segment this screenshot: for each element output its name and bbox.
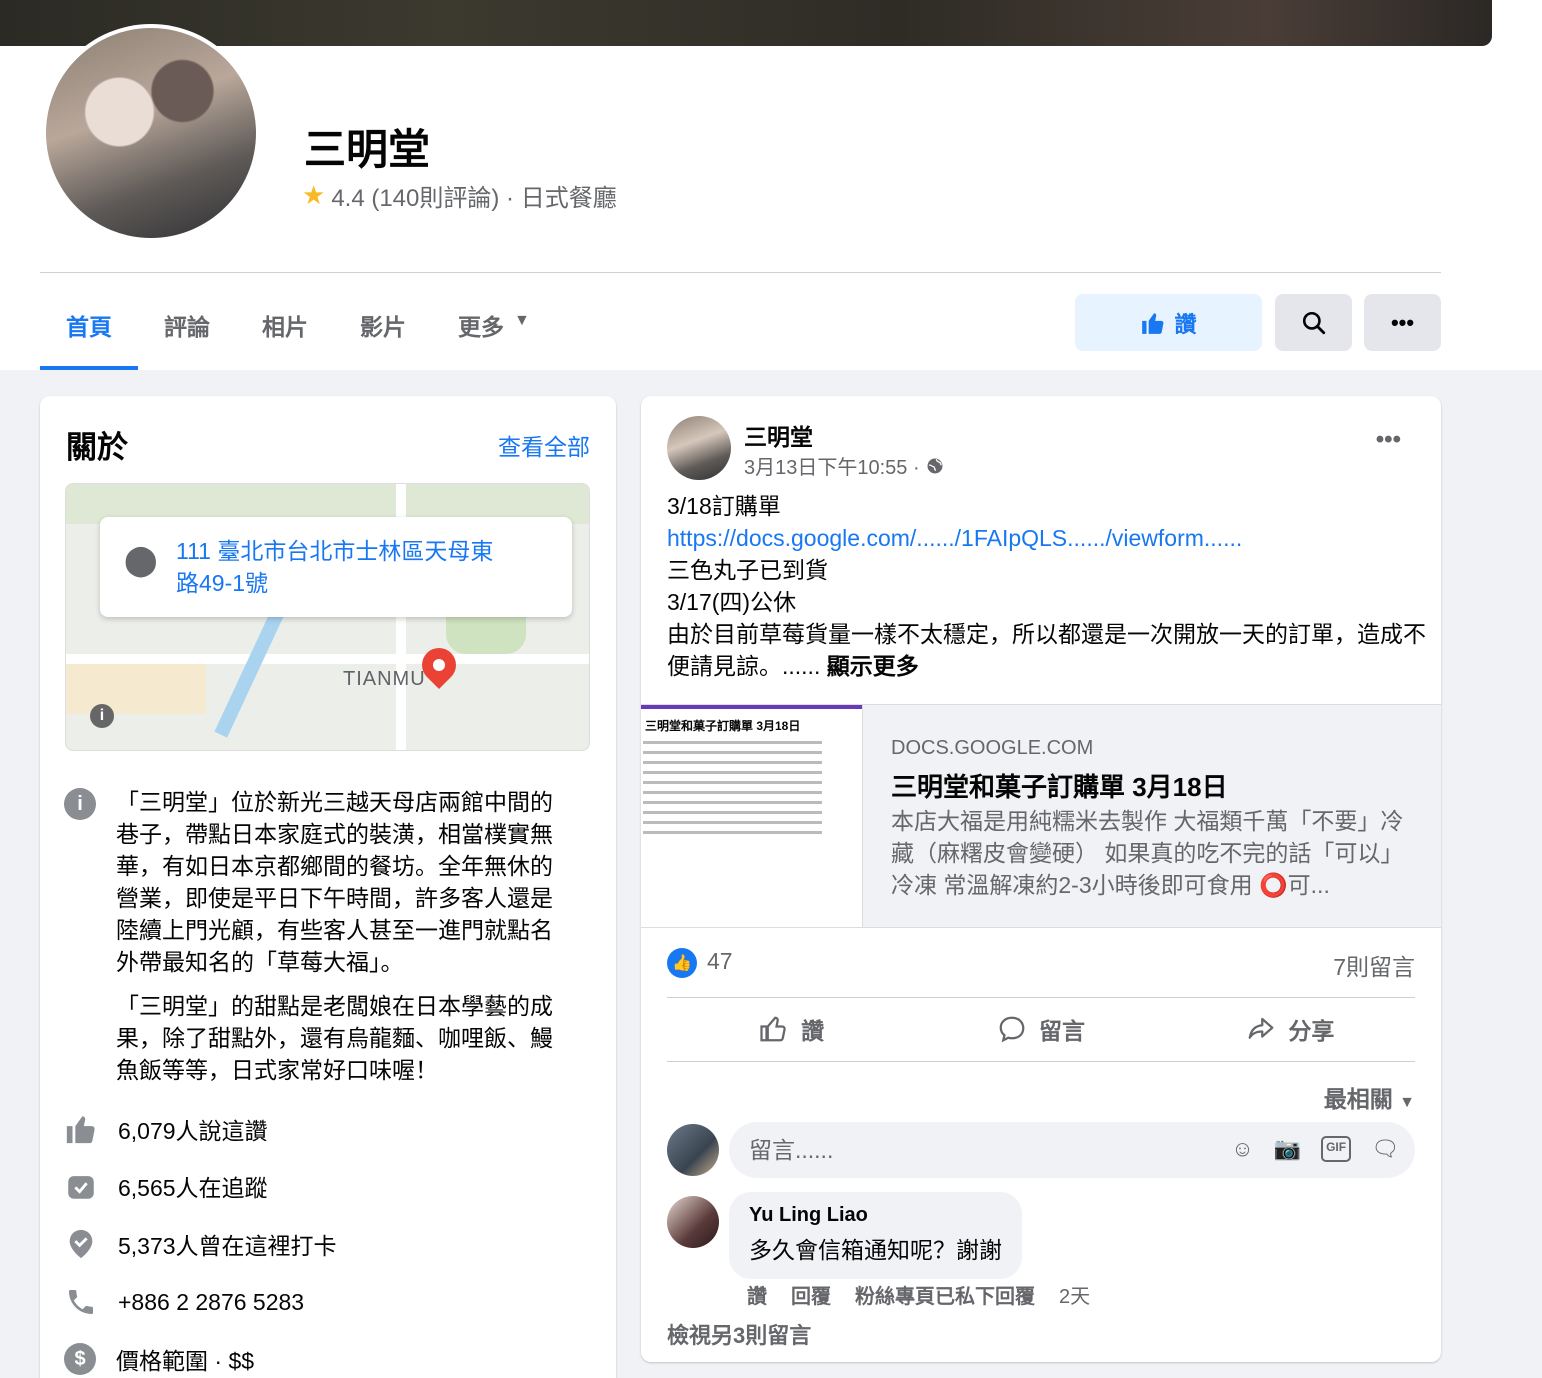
- page-title: 三明堂: [304, 126, 431, 173]
- header-divider: [40, 272, 1441, 273]
- star-icon: ★: [302, 180, 326, 210]
- post-author-name[interactable]: 三明堂: [744, 418, 813, 452]
- link-domain: DOCS.GOOGLE.COM: [891, 737, 1094, 759]
- tab-home[interactable]: 首頁: [40, 296, 138, 370]
- phone-icon: [64, 1285, 98, 1319]
- more-options-button[interactable]: •••: [1364, 294, 1441, 351]
- post-card: 三明堂 3月13日下午10:55 · ••• 3/18訂購單 https://d…: [641, 396, 1441, 1362]
- see-all-link[interactable]: 查看全部: [498, 428, 590, 462]
- page-header: 三明堂 ★ 4.4 (140則評論) · 日式餐廳 首頁 評論 相片 影片 更多…: [0, 0, 1542, 370]
- thumbs-up-icon: [1142, 312, 1164, 334]
- comment-icon: [999, 1016, 1025, 1043]
- comment-box: ☺ 📷 GIF 🗨: [729, 1122, 1415, 1178]
- like-reaction-icon: 👍: [667, 948, 697, 978]
- dollar-icon: $: [64, 1343, 96, 1375]
- share-button[interactable]: 分享: [1166, 998, 1415, 1060]
- thumbs-up-icon: [64, 1112, 98, 1146]
- map-area-label: TIANMU: [343, 668, 426, 690]
- see-more-link[interactable]: 顯示更多: [827, 653, 919, 679]
- page-description: 「三明堂」位於新光三越天母店兩館中間的巷子，帶點日本家庭式的裝潢，相當樸實無華，…: [116, 789, 553, 1083]
- map-info-icon[interactable]: i: [90, 704, 114, 728]
- page-tabs: 首頁 評論 相片 影片 更多 ▼: [40, 296, 556, 370]
- sticker-icon[interactable]: 🗨: [1371, 1136, 1399, 1162]
- thumbs-up-outline-icon: [760, 1016, 786, 1042]
- profile-picture[interactable]: [42, 24, 260, 242]
- post-timestamp[interactable]: 3月13日下午10:55 ·: [744, 451, 944, 480]
- location-pin-icon: ⬤: [124, 544, 158, 577]
- cover-photo[interactable]: [0, 0, 1492, 46]
- follow-check-icon: [64, 1169, 98, 1203]
- gif-icon[interactable]: GIF: [1321, 1136, 1352, 1162]
- post-body: 3/18訂購單 https://docs.google.com/....../1…: [667, 493, 1427, 679]
- about-title: 關於: [66, 430, 128, 465]
- post-actions: 讚 留言 分享: [667, 998, 1415, 1060]
- comment-text: 多久會信箱通知呢？謝謝: [749, 1237, 1002, 1263]
- share-icon: [1248, 1017, 1274, 1039]
- search-button[interactable]: [1275, 294, 1352, 351]
- address-card[interactable]: ⬤ 111 臺北市台北市士林區天母東路49-1號: [100, 517, 572, 617]
- address-text[interactable]: 111 臺北市台北市士林區天母東路49-1號: [176, 535, 506, 599]
- comment-bubble: Yu Ling Liao 多久會信箱通知呢？謝謝: [729, 1192, 1022, 1279]
- page-replied-note: 粉絲專頁已私下回覆: [855, 1286, 1035, 1308]
- comment-count[interactable]: 7則留言: [1333, 948, 1415, 982]
- caret-down-icon: ▼: [1399, 1094, 1415, 1111]
- link-title[interactable]: 三明堂和菓子訂購單 3月18日: [891, 767, 1228, 804]
- about-card: 關於 查看全部 ⬤ 111 臺北市台北市士林區天母東路49-1號 TIANMU …: [40, 396, 616, 1378]
- tab-more[interactable]: 更多 ▼: [432, 296, 556, 370]
- tab-videos[interactable]: 影片: [334, 296, 432, 370]
- comment-sort-dropdown[interactable]: 最相關 ▼: [1324, 1080, 1415, 1114]
- current-user-avatar[interactable]: [667, 1124, 719, 1176]
- like-button[interactable]: 讚: [667, 998, 916, 1060]
- globe-icon: [927, 458, 943, 473]
- search-icon: [1302, 311, 1325, 334]
- info-icon: i: [64, 788, 96, 820]
- tab-reviews[interactable]: 評論: [138, 296, 236, 370]
- comment-age[interactable]: 2天: [1059, 1280, 1090, 1309]
- phone-row: +886 2 2876 5283: [64, 1285, 304, 1319]
- reaction-count[interactable]: 👍 47: [667, 948, 733, 982]
- comment-button[interactable]: 留言: [916, 998, 1165, 1060]
- post-options-icon[interactable]: •••: [1376, 426, 1401, 454]
- comment-reply-link[interactable]: 回覆: [791, 1280, 831, 1309]
- comment-meta: 讚 回覆 粉絲專頁已私下回覆 2天: [747, 1280, 1090, 1309]
- like-page-button[interactable]: 讚: [1075, 294, 1262, 351]
- emoji-icon[interactable]: ☺: [1231, 1136, 1253, 1162]
- view-more-comments-link[interactable]: 檢視另3則留言: [667, 1318, 811, 1350]
- comment-input[interactable]: [729, 1122, 1199, 1178]
- tab-photos[interactable]: 相片: [236, 296, 334, 370]
- comment-like-link[interactable]: 讚: [747, 1280, 767, 1309]
- price-row: $ 價格範圍 · $$: [64, 1342, 254, 1376]
- likes-row: 6,079人說這讚: [64, 1112, 268, 1146]
- rating-text: 4.4 (140則評論) · 日式餐廳: [331, 185, 617, 212]
- reaction-summary: 👍 47 7則留言: [667, 948, 1415, 982]
- page-rating[interactable]: ★ 4.4 (140則評論) · 日式餐廳: [302, 178, 617, 213]
- more-dots-icon: •••: [1390, 309, 1415, 335]
- commenter-avatar[interactable]: [667, 1196, 719, 1248]
- link-description: 本店大福是用純糯米去製作 大福類千萬「不要」冷藏（麻糬皮會變硬） 如果真的吃不完…: [891, 808, 1404, 898]
- post-author-avatar[interactable]: [667, 416, 731, 480]
- form-link[interactable]: https://docs.google.com/....../1FAIpQLS.…: [667, 522, 1427, 554]
- checkins-row: 5,373人曾在這裡打卡: [64, 1227, 337, 1261]
- camera-icon[interactable]: 📷: [1274, 1136, 1301, 1162]
- caret-down-icon: ▼: [514, 312, 530, 329]
- followers-row: 6,565人在追蹤: [64, 1169, 268, 1203]
- link-preview[interactable]: 三明堂和菓子訂購單 3月18日 DOCS.GOOGLE.COM 三明堂和菓子訂購…: [641, 704, 1441, 928]
- checkin-pin-icon: [64, 1227, 98, 1261]
- commenter-name[interactable]: Yu Ling Liao: [749, 1204, 1002, 1227]
- link-thumbnail[interactable]: 三明堂和菓子訂購單 3月18日: [641, 705, 863, 927]
- location-map[interactable]: ⬤ 111 臺北市台北市士林區天母東路49-1號 TIANMU i: [65, 483, 590, 751]
